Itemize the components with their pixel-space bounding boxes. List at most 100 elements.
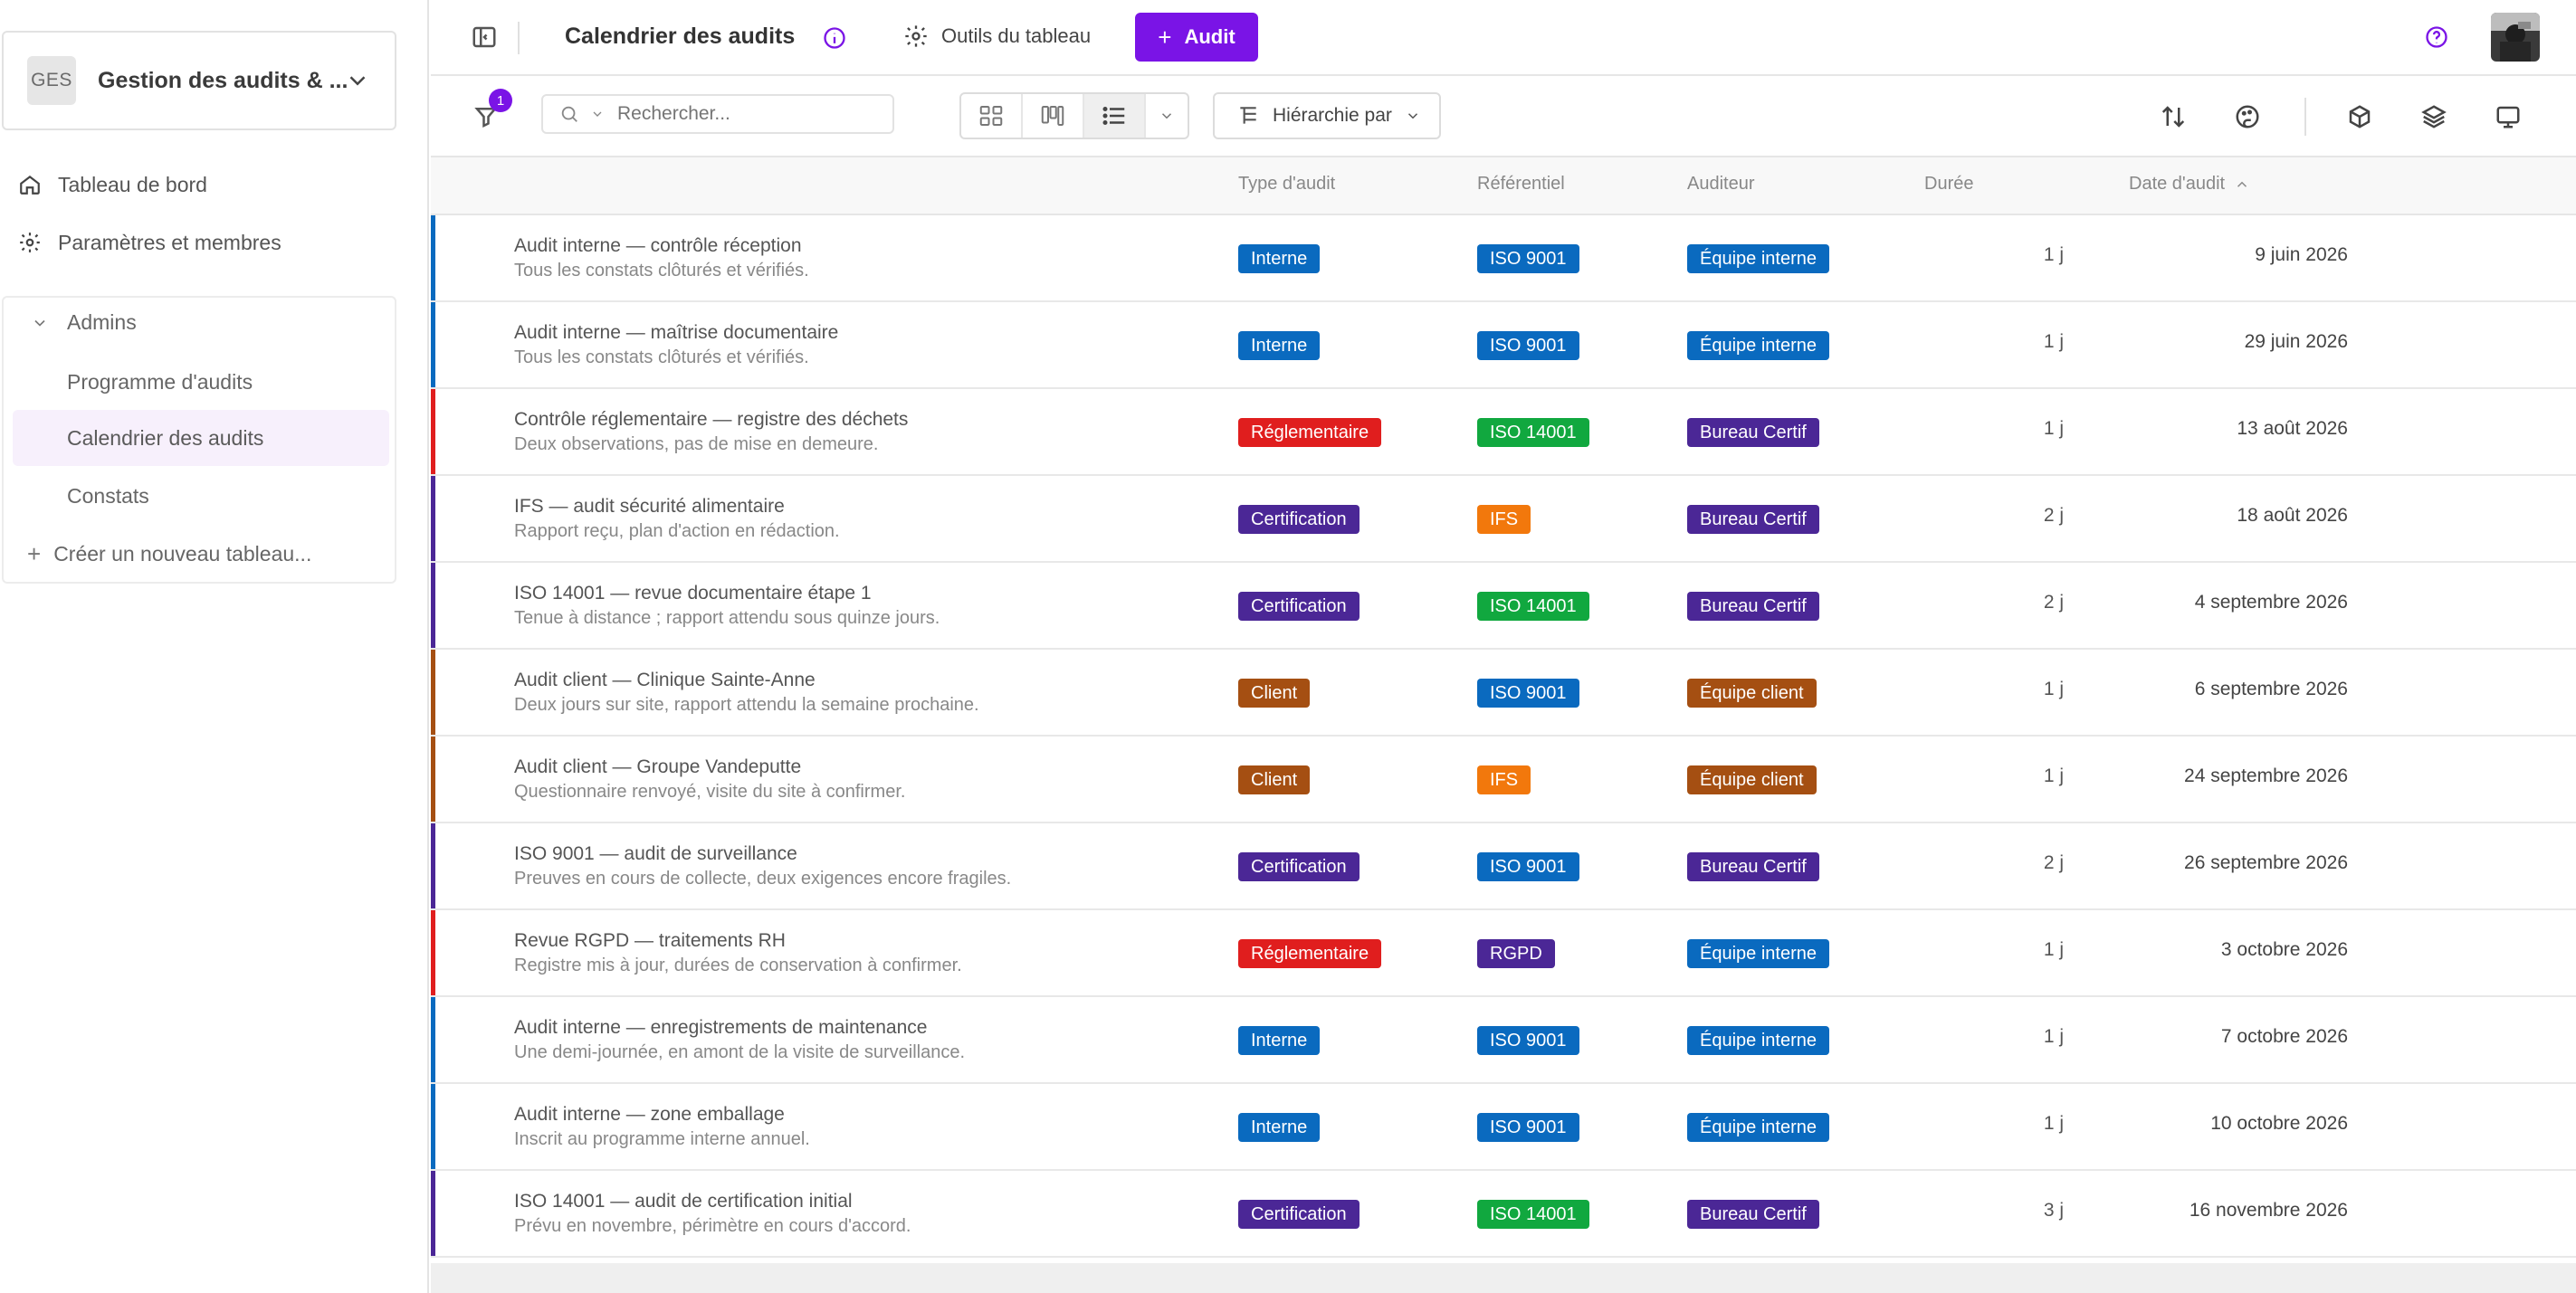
referentiel-tag[interactable]: IFS [1477, 505, 1531, 534]
table-row[interactable]: ISO 9001 — audit de surveillance Preuves … [431, 823, 2576, 910]
chevron-down-icon [1407, 113, 1417, 119]
column-header-referentiel[interactable]: Référentiel [1477, 174, 1565, 195]
hierarchy-button[interactable]: Hiérarchie par [1213, 92, 1441, 139]
auditor-tag[interactable]: Bureau Certif [1687, 1200, 1819, 1229]
section-title: Admins [67, 310, 137, 334]
referentiel-tag[interactable]: ISO 14001 [1477, 418, 1589, 447]
type-tag[interactable]: Certification [1238, 505, 1360, 534]
user-avatar[interactable] [2491, 13, 2540, 62]
table-row[interactable]: Audit client — Groupe Vandeputte Question… [431, 737, 2576, 823]
sidebar-item-constats[interactable]: Constats [13, 468, 389, 524]
view-list-button[interactable] [1084, 94, 1146, 138]
create-board-button[interactable]: + Créer un nouveau tableau... [27, 540, 311, 568]
section-header-admins[interactable]: Admins [31, 310, 137, 335]
duration-value: 1 j [2043, 939, 2064, 960]
column-header-date[interactable]: Date d'audit [2129, 174, 2250, 195]
search-box[interactable] [541, 94, 894, 134]
add-audit-button[interactable]: + Audit [1135, 13, 1258, 62]
table-row[interactable]: Contrôle réglementaire — registre des dé… [431, 389, 2576, 476]
referentiel-tag[interactable]: ISO 9001 [1477, 1113, 1579, 1142]
view-kanban-button[interactable] [1023, 94, 1084, 138]
auditor-tag[interactable]: Bureau Certif [1687, 505, 1819, 534]
type-tag[interactable]: Client [1238, 679, 1311, 708]
audit-date-value: 16 novembre 2026 [2189, 1200, 2348, 1221]
referentiel-tag[interactable]: ISO 9001 [1477, 244, 1579, 273]
cube-icon[interactable] [2346, 103, 2373, 130]
auditor-tag[interactable]: Équipe interne [1687, 1113, 1829, 1142]
type-tag[interactable]: Interne [1238, 244, 1321, 273]
table-row[interactable]: ISO 14001 — revue documentaire étape 1 Te… [431, 563, 2576, 650]
table-row[interactable]: IFS — audit sécurité alimentaire Rapport … [431, 476, 2576, 563]
sort-icon[interactable] [2160, 103, 2187, 130]
type-tag[interactable]: Certification [1238, 1200, 1360, 1229]
type-tag[interactable]: Certification [1238, 852, 1360, 881]
column-header-auditeur[interactable]: Auditeur [1687, 174, 1755, 195]
table-row[interactable]: Revue RGPD — traitements RH Registre mis … [431, 910, 2576, 997]
type-tag[interactable]: Client [1238, 765, 1311, 794]
sidebar-item-programme[interactable]: Programme d'audits [13, 354, 389, 410]
kanban-icon [1041, 106, 1064, 126]
type-tag[interactable]: Interne [1238, 1026, 1321, 1055]
table-row[interactable]: Audit interne — zone emballage Inscrit au… [431, 1084, 2576, 1171]
row-color-bar [431, 302, 435, 387]
view-more-button[interactable] [1146, 94, 1188, 138]
duration-value: 3 j [2043, 1200, 2064, 1221]
board-tools-button[interactable]: Outils du tableau [903, 24, 1091, 49]
referentiel-tag[interactable]: ISO 9001 [1477, 331, 1579, 360]
nav-dashboard[interactable]: Tableau de bord [18, 165, 207, 204]
audit-date-value: 18 août 2026 [2237, 505, 2348, 526]
type-tag[interactable]: Réglementaire [1238, 418, 1382, 447]
referentiel-tag[interactable]: ISO 9001 [1477, 679, 1579, 708]
referentiel-tag[interactable]: ISO 14001 [1477, 1200, 1589, 1229]
workspace-switcher[interactable]: GES Gestion des audits & ... [2, 31, 396, 130]
type-tag[interactable]: Interne [1238, 1113, 1321, 1142]
column-header-type[interactable]: Type d'audit [1238, 174, 1335, 195]
row-color-bar [431, 997, 435, 1082]
referentiel-tag[interactable]: RGPD [1477, 939, 1555, 968]
auditor-tag[interactable]: Équipe interne [1687, 1026, 1829, 1055]
row-color-bar [431, 215, 435, 300]
color-palette-icon[interactable] [2234, 103, 2261, 130]
referentiel-tag[interactable]: IFS [1477, 765, 1531, 794]
table-row[interactable]: Audit client — Clinique Sainte-Anne Deux … [431, 650, 2576, 737]
auditor-tag[interactable]: Équipe interne [1687, 939, 1829, 968]
help-icon[interactable] [2424, 24, 2449, 50]
duration-value: 2 j [2043, 505, 2064, 526]
row-title: Audit interne — contrôle réception [514, 235, 802, 256]
sidebar-toggle-icon[interactable] [471, 24, 498, 51]
referentiel-tag[interactable]: ISO 9001 [1477, 1026, 1579, 1055]
referentiel-tag[interactable]: ISO 9001 [1477, 852, 1579, 881]
auditor-tag[interactable]: Bureau Certif [1687, 418, 1819, 447]
row-description: Questionnaire renvoyé, visite du site à … [514, 782, 906, 802]
view-grid-button[interactable] [961, 94, 1023, 138]
table-row[interactable]: Audit interne — contrôle réception Tous l… [431, 215, 2576, 302]
info-icon[interactable] [822, 25, 847, 51]
row-color-bar [431, 823, 435, 908]
chevron-down-icon [34, 319, 45, 327]
column-header-duree[interactable]: Durée [1924, 174, 1973, 195]
monitor-icon[interactable] [2495, 103, 2522, 130]
table-row[interactable]: Audit interne — maîtrise documentaire Tou… [431, 302, 2576, 389]
type-tag[interactable]: Interne [1238, 331, 1321, 360]
search-icon [561, 106, 577, 122]
row-title: Contrôle réglementaire — registre des dé… [514, 409, 909, 430]
audit-date-value: 24 septembre 2026 [2184, 765, 2348, 786]
type-tag[interactable]: Certification [1238, 592, 1360, 621]
type-tag[interactable]: Réglementaire [1238, 939, 1382, 968]
duration-value: 1 j [2043, 1113, 2064, 1134]
nav-settings[interactable]: Paramètres et membres [18, 223, 281, 262]
row-description: Tenue à distance ; rapport attendu sous … [514, 608, 940, 628]
layers-icon[interactable] [2420, 103, 2447, 130]
auditor-tag[interactable]: Équipe client [1687, 679, 1817, 708]
table-row[interactable]: ISO 14001 — audit de certification initi… [431, 1171, 2576, 1258]
sidebar-item-calendrier[interactable]: Calendrier des audits [13, 410, 389, 466]
auditor-tag[interactable]: Équipe interne [1687, 244, 1829, 273]
auditor-tag[interactable]: Bureau Certif [1687, 852, 1819, 881]
auditor-tag[interactable]: Bureau Certif [1687, 592, 1819, 621]
auditor-tag[interactable]: Équipe interne [1687, 331, 1829, 360]
search-input[interactable] [617, 103, 844, 125]
table-row[interactable]: Audit interne — enregistrements de maint… [431, 997, 2576, 1084]
auditor-tag[interactable]: Équipe client [1687, 765, 1817, 794]
row-description: Inscrit au programme interne annuel. [514, 1129, 810, 1149]
referentiel-tag[interactable]: ISO 14001 [1477, 592, 1589, 621]
